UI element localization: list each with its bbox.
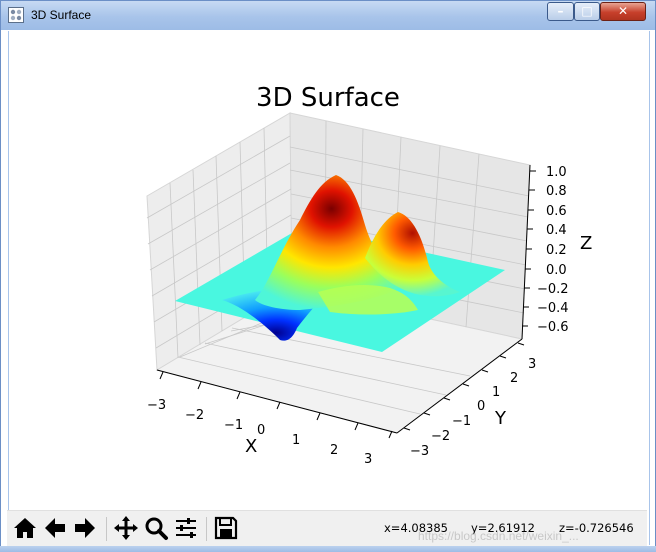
- y-tick-label: −3: [410, 444, 429, 459]
- toolbar-separator: [106, 517, 107, 541]
- x-tick-label: 0: [257, 423, 265, 438]
- z-tick-label: 0.6: [546, 204, 567, 219]
- z-tick-label: −0.4: [537, 301, 569, 316]
- y-tick-label: 2: [510, 371, 518, 386]
- z-tick-label: 0.4: [546, 223, 567, 238]
- z-tick-label: −0.6: [537, 320, 569, 335]
- z-tick-label: 1.0: [546, 165, 567, 180]
- y-tick-label: −2: [431, 429, 450, 444]
- toolbar-separator: [206, 517, 207, 541]
- z-tick-label: 0.2: [546, 243, 567, 258]
- y-tick-label: 3: [528, 357, 536, 372]
- save-icon[interactable]: [212, 514, 240, 542]
- x-tick-label: 2: [330, 443, 338, 458]
- x-tick-label: 1: [292, 433, 300, 448]
- window-frame-bottom: [0, 546, 656, 552]
- y-axis-label: Y: [494, 408, 507, 429]
- y-tick-label: −1: [452, 414, 471, 429]
- z-axis-label: Z: [580, 233, 592, 254]
- z-tick-labels: 1.0 0.8 0.6 0.4 0.2 0.0 −0.2 −0.4 −0.6: [537, 165, 569, 335]
- z-tick-label: 0.0: [546, 263, 567, 278]
- arrow-left-icon[interactable]: [41, 514, 69, 542]
- x-tick-label: −1: [224, 418, 243, 433]
- magnifier-icon[interactable]: [142, 514, 170, 542]
- move-icon[interactable]: [112, 514, 140, 542]
- z-tick-label: 0.8: [546, 184, 567, 199]
- surface-plot[interactable]: −3 −2 −1 0 1 2 3 −3 −2 −1 0 1 2 3 1.0 0.…: [0, 0, 656, 552]
- y-tick-label: 0: [477, 399, 485, 414]
- x-axis-label: X: [245, 436, 257, 457]
- x-tick-label: 3: [364, 452, 372, 467]
- x-tick-label: −2: [185, 408, 204, 423]
- arrow-right-icon[interactable]: [71, 514, 99, 542]
- watermark-text: https://blog.csdn.net/weixin_...: [418, 529, 579, 543]
- home-icon[interactable]: [11, 514, 39, 542]
- sliders-icon[interactable]: [172, 514, 200, 542]
- y-tick-label: 1: [492, 385, 500, 400]
- x-tick-label: −3: [147, 398, 166, 413]
- z-tick-label: −0.2: [537, 282, 569, 297]
